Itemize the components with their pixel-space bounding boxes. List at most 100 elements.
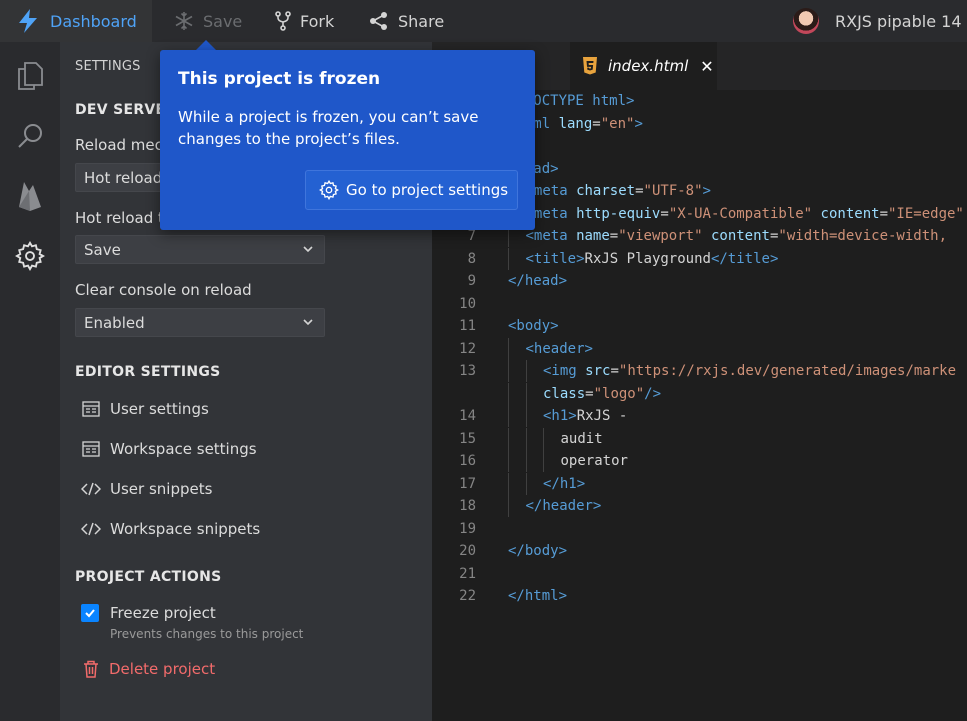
code-token: </header> xyxy=(525,498,602,514)
code-line: 11 <body> xyxy=(432,315,967,337)
line-number: 21 xyxy=(459,565,476,582)
user-snippets-label: User snippets xyxy=(110,480,213,498)
fork-icon xyxy=(275,11,291,31)
gear-icon xyxy=(319,180,339,200)
dashboard-button[interactable]: Dashboard xyxy=(0,0,152,42)
code-text: <title>RxJS Playground</title> xyxy=(526,248,779,270)
freeze-project-label[interactable]: Freeze project xyxy=(110,604,216,622)
code-token: operator xyxy=(560,453,628,469)
code-text: </header> xyxy=(526,495,602,517)
line-number: 14 xyxy=(459,408,476,424)
chevron-down-icon xyxy=(303,246,313,253)
line-number: 13 xyxy=(459,363,476,379)
indent-guide xyxy=(508,337,509,360)
freeze-project-checkbox[interactable] xyxy=(81,604,99,622)
fork-label: Fork xyxy=(300,11,335,31)
user-settings-label: User settings xyxy=(110,400,209,418)
firebase-icon[interactable] xyxy=(14,180,46,212)
share-button[interactable]: Share xyxy=(369,0,444,42)
indent-guide xyxy=(543,427,544,450)
delete-project-button[interactable]: Delete project xyxy=(81,660,215,678)
indent-guide xyxy=(508,450,509,472)
code-line: 18 </header> xyxy=(432,495,967,517)
line-number: 9 xyxy=(467,273,476,289)
code-text: <meta name="viewport" content="width=dev… xyxy=(526,225,956,247)
settings-file-icon xyxy=(81,401,101,417)
reload-mechanism-value: Hot reload xyxy=(84,168,163,187)
line-number: 12 xyxy=(459,340,476,357)
indent-guide xyxy=(508,247,509,270)
code-text: class="logo"/> xyxy=(543,383,661,405)
code-token: </html> xyxy=(508,588,568,604)
code-token: audit xyxy=(560,430,603,447)
clear-console-label: Clear console on reload xyxy=(75,281,252,299)
top-bar: Dashboard Save Fork Share RXJS pipable 1… xyxy=(0,0,967,42)
user-settings-link[interactable]: User settings xyxy=(81,400,209,418)
line-number: 19 xyxy=(459,520,476,537)
save-button[interactable]: Save xyxy=(174,0,242,42)
go-to-project-settings-label: Go to project settings xyxy=(346,181,509,199)
gear-icon[interactable] xyxy=(14,240,46,272)
popover-text: While a project is frozen, you can’t sav… xyxy=(178,108,479,148)
editor-settings-heading: EDITOR SETTINGS xyxy=(75,364,221,380)
indent-guide xyxy=(525,450,527,472)
tab-index-html[interactable]: index.html ✕ xyxy=(570,42,717,90)
code-token: "viewport" xyxy=(618,228,703,244)
delete-project-label: Delete project xyxy=(109,660,216,678)
code-token: = xyxy=(635,183,644,199)
indent-guide xyxy=(508,495,509,517)
code-token: "https://rxjs.dev/generated/images/marke xyxy=(618,363,957,379)
code-token: = xyxy=(585,385,594,402)
line-number: 10 xyxy=(459,295,476,312)
clear-console-value: Enabled xyxy=(84,313,145,332)
code-token: RxJS Playground xyxy=(584,250,711,267)
code-token: <header> xyxy=(525,340,593,357)
code-line: 14 <h1>RxJS - xyxy=(432,405,967,427)
indent-guide xyxy=(508,382,509,405)
project-title[interactable]: RXJS pipable 14 : a xyxy=(793,0,967,42)
line-number: 16 xyxy=(459,453,476,469)
code-token: = xyxy=(660,205,669,222)
share-icon xyxy=(370,12,387,30)
code-line: 21 xyxy=(432,563,967,585)
code-line: 22 </html> xyxy=(432,585,967,607)
code-token: <h1> xyxy=(543,408,577,424)
code-line: 19 xyxy=(432,518,967,540)
code-icon xyxy=(81,522,101,536)
line-number: 11 xyxy=(459,318,476,334)
workspace-settings-link[interactable]: Workspace settings xyxy=(81,440,257,458)
reload-mechanism-label: Reload mec xyxy=(75,136,163,154)
user-snippets-link[interactable]: User snippets xyxy=(81,480,212,498)
code-line: 9 </head> xyxy=(432,270,967,292)
popover-arrow xyxy=(196,40,216,50)
code-token: name xyxy=(576,228,610,244)
code-text: </body> xyxy=(508,540,567,562)
avatar[interactable] xyxy=(793,8,819,34)
clear-console-select[interactable]: Enabled xyxy=(75,308,325,337)
code-token: </title> xyxy=(710,250,779,267)
code-line: 17 </h1> xyxy=(432,472,967,495)
fork-button[interactable]: Fork xyxy=(275,0,334,42)
workspace-snippets-link[interactable]: Workspace snippets xyxy=(81,520,260,538)
freeze-project-description: Prevents changes to this project xyxy=(110,627,304,641)
indent-guide xyxy=(508,405,509,427)
code-token: = xyxy=(592,115,601,132)
code-line: 16 operator xyxy=(432,450,967,472)
code-token: "IE=edge" xyxy=(888,205,964,222)
code-token: "X-UA-Compatible" xyxy=(668,205,813,222)
code-line: 15 audit xyxy=(432,427,967,450)
explorer-icon[interactable] xyxy=(14,60,46,92)
indent-guide xyxy=(525,382,527,405)
code-line: 20 </body> xyxy=(432,540,967,562)
code-icon xyxy=(81,482,101,496)
hot-reload-trigger-select[interactable]: Save xyxy=(75,235,325,264)
search-icon[interactable] xyxy=(14,120,46,152)
go-to-project-settings-button[interactable]: Go to project settings xyxy=(305,170,518,210)
code-text: </h1> xyxy=(543,473,585,495)
code-token: RxJS - xyxy=(576,408,628,424)
hot-reload-trigger-label: Hot reload t xyxy=(75,209,164,227)
close-icon[interactable]: ✕ xyxy=(700,57,713,76)
code-token: "en" xyxy=(600,115,635,132)
code-token: "UTF-8" xyxy=(643,183,703,199)
